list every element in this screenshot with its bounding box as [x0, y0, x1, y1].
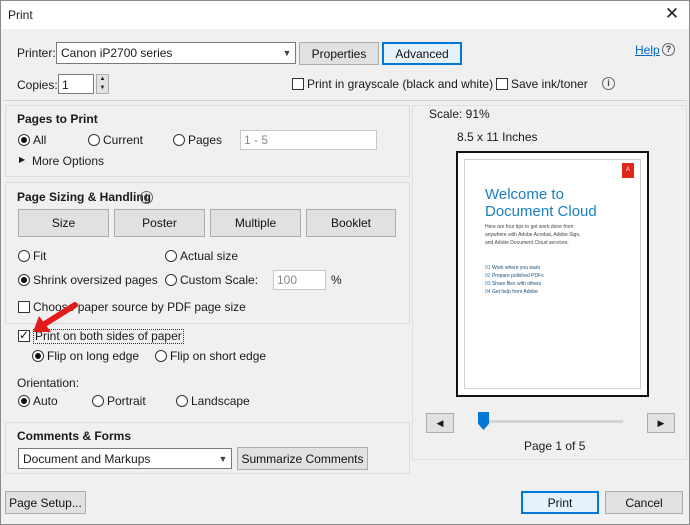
divider: [3, 100, 687, 101]
orientation-auto-radio[interactable]: [18, 395, 30, 407]
printer-label: Printer:: [17, 46, 56, 60]
orientation-label: Orientation:: [17, 376, 80, 390]
red-arrow-icon: [33, 302, 78, 332]
page-preview: A Welcome to Document Cloud Here are fou…: [456, 151, 649, 397]
flip-short-radio[interactable]: [155, 350, 167, 362]
shrink-radio[interactable]: [18, 274, 30, 286]
chevron-down-icon: ▼: [218, 454, 228, 464]
poster-button[interactable]: Poster: [114, 209, 205, 237]
choose-paper-checkbox[interactable]: [18, 301, 30, 313]
orientation-auto-label: Auto: [33, 394, 58, 408]
actual-size-radio[interactable]: [165, 250, 177, 262]
doc-title-line2: Document Cloud: [485, 203, 597, 220]
pages-current-radio[interactable]: [88, 134, 100, 146]
doc-body: Here are four tips to get work done from…: [485, 223, 581, 247]
fit-radio[interactable]: [18, 250, 30, 262]
comments-forms-value: Document and Markups: [23, 452, 151, 466]
size-button[interactable]: Size: [18, 209, 109, 237]
save-ink-label: Save ink/toner: [511, 77, 588, 91]
help-link[interactable]: Help: [635, 43, 660, 57]
pages-range-input[interactable]: 1 - 5: [240, 130, 377, 150]
custom-scale-label: Custom Scale:: [180, 273, 259, 287]
copies-label: Copies:: [17, 78, 58, 92]
page-sizing-info-icon[interactable]: i: [140, 191, 153, 204]
doc-title-line1: Welcome to: [485, 186, 564, 203]
custom-scale-input[interactable]: 100: [273, 270, 326, 290]
expand-triangle-icon[interactable]: ▶: [19, 155, 25, 164]
window-title: Print: [8, 8, 33, 22]
page-slider-track[interactable]: [483, 420, 623, 423]
comments-forms-heading: Comments & Forms: [17, 429, 132, 443]
custom-scale-radio[interactable]: [165, 274, 177, 286]
copies-input[interactable]: 1: [58, 74, 94, 94]
doc-tip: 02 Prepare polished PDFs: [485, 273, 544, 279]
more-options-label[interactable]: More Options: [32, 154, 104, 168]
advanced-button[interactable]: Advanced: [382, 42, 462, 65]
pages-to-print-heading: Pages to Print: [17, 112, 98, 126]
page-sizing-heading: Page Sizing & Handling: [17, 190, 152, 204]
orientation-portrait-label: Portrait: [107, 394, 146, 408]
close-icon[interactable]: ✕: [661, 4, 683, 24]
summarize-comments-button[interactable]: Summarize Comments: [237, 447, 368, 470]
save-ink-checkbox[interactable]: [496, 78, 508, 90]
actual-size-label: Actual size: [180, 249, 239, 263]
adobe-logo-icon: A: [622, 163, 634, 178]
print-dialog: Print ✕ Printer: Canon iP2700 series ▼ P…: [0, 0, 690, 525]
flip-long-radio[interactable]: [32, 350, 44, 362]
doc-body-line: anywhere with Adobe Acrobat, Adobe Sign,: [485, 232, 581, 238]
grayscale-label: Print in grayscale (black and white): [307, 77, 494, 91]
flip-short-label: Flip on short edge: [170, 349, 267, 363]
printer-select-value: Canon iP2700 series: [61, 46, 173, 60]
properties-button[interactable]: Properties: [299, 42, 379, 65]
percent-label: %: [331, 273, 342, 287]
pages-all-label: All: [33, 133, 47, 147]
pages-all-radio[interactable]: [18, 134, 30, 146]
doc-tip: 03 Share files with others: [485, 281, 542, 287]
doc-body-line: and Adobe Document Cloud services:: [485, 240, 569, 246]
doc-title: Welcome to Document Cloud: [485, 186, 597, 220]
chevron-down-icon: ▼: [282, 48, 292, 58]
both-sides-checkbox[interactable]: [18, 328, 30, 342]
previous-page-button[interactable]: ◀: [426, 413, 454, 433]
orientation-landscape-radio[interactable]: [176, 395, 188, 407]
print-button[interactable]: Print: [521, 491, 599, 514]
page-setup-button[interactable]: Page Setup...: [5, 491, 86, 514]
doc-tip: 04 Get help from Adobe: [485, 289, 538, 295]
doc-body-line: Here are four tips to get work done from: [485, 224, 574, 230]
printer-select[interactable]: Canon iP2700 series ▼: [56, 42, 296, 64]
orientation-portrait-radio[interactable]: [92, 395, 104, 407]
copies-stepper[interactable]: ▲ ▼: [96, 74, 109, 94]
pages-current-label: Current: [103, 133, 144, 147]
comments-forms-select[interactable]: Document and Markups ▼: [18, 448, 232, 469]
cancel-button[interactable]: Cancel: [605, 491, 683, 514]
paper-size-text: 8.5 x 11 Inches: [457, 130, 538, 144]
page-preview-content: A Welcome to Document Cloud Here are fou…: [464, 159, 641, 389]
flip-long-label: Flip on long edge: [47, 349, 140, 363]
multiple-button[interactable]: Multiple: [210, 209, 301, 237]
booklet-button[interactable]: Booklet: [306, 209, 396, 237]
scale-text: Scale: 91%: [429, 107, 490, 121]
pages-range-label: Pages: [188, 133, 223, 147]
fit-label: Fit: [33, 249, 47, 263]
orientation-landscape-label: Landscape: [191, 394, 250, 408]
info-icon[interactable]: i: [602, 77, 615, 90]
page-indicator: Page 1 of 5: [524, 439, 586, 453]
grayscale-checkbox[interactable]: [292, 78, 304, 90]
shrink-label: Shrink oversized pages: [33, 273, 158, 287]
pages-range-radio[interactable]: [173, 134, 185, 146]
help-icon[interactable]: ?: [662, 43, 675, 56]
next-page-button[interactable]: ▶: [647, 413, 675, 433]
doc-tip: 01 Work where you want: [485, 265, 540, 271]
title-bar: Print ✕: [1, 1, 689, 29]
doc-tips: 01 Work where you want 02 Prepare polish…: [485, 264, 544, 296]
